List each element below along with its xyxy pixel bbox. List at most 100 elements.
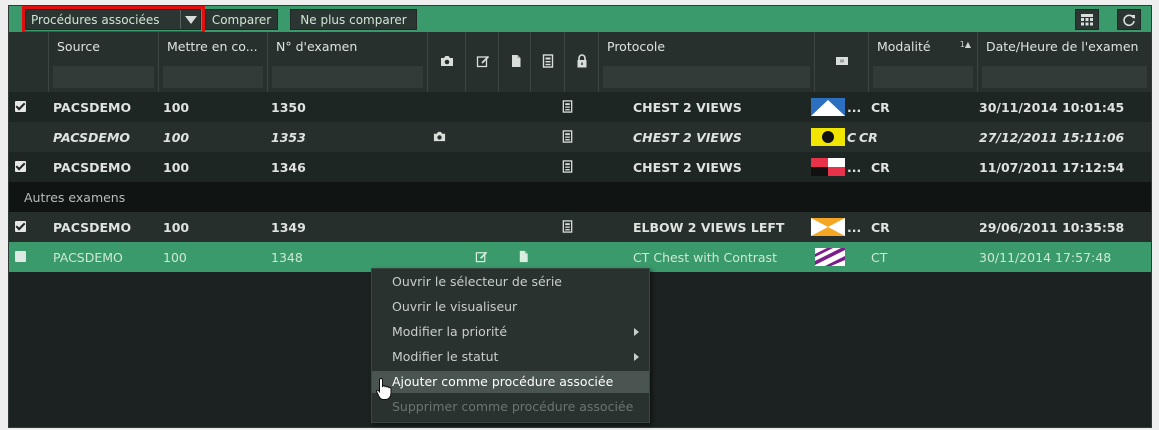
menu-item-label: Ajouter comme procédure associée xyxy=(392,374,614,389)
table-row[interactable]: PACSDEMO 100 1350 CHEST 2 VIEWS ... CR 3… xyxy=(9,92,1151,122)
row-checkbox[interactable] xyxy=(15,101,26,112)
exam-list-panel: Procédures associées Comparer Ne plus co… xyxy=(8,5,1152,428)
grid-layout-icon[interactable] xyxy=(1075,9,1099,30)
menu-item-open-viewer[interactable]: Ouvrir le visualiseur xyxy=(372,296,649,318)
compare-button[interactable]: Comparer xyxy=(205,9,278,30)
table-row[interactable]: PACSDEMO 100 1346 CHEST 2 VIEWS ... CR 1… xyxy=(9,152,1151,182)
cell-datetime: 11/07/2011 17:12:54 xyxy=(979,160,1125,175)
cell-datetime: 30/11/2014 10:01:45 xyxy=(979,100,1125,115)
refresh-icon[interactable] xyxy=(1117,9,1141,30)
sort-ascending-indicator: 1▲ xyxy=(959,40,971,49)
header-priority[interactable]: Mettre en co... xyxy=(159,32,268,92)
cell-datetime: 29/06/2011 10:35:58 xyxy=(979,220,1125,235)
context-menu: Ouvrir le sélecteur de série Ouvrir le v… xyxy=(371,268,650,423)
menu-item-label: Modifier la priorité xyxy=(392,324,508,339)
filter-exam-number-input[interactable] xyxy=(272,66,423,88)
submenu-arrow-icon xyxy=(634,328,639,336)
filter-modality-input[interactable] xyxy=(873,66,973,88)
toolbar: Procédures associées Comparer Ne plus co… xyxy=(9,6,1151,34)
cell-priority: 100 xyxy=(163,100,190,115)
cell-priority: 100 xyxy=(163,130,190,145)
cell-protocol: CHEST 2 VIEWS xyxy=(633,100,742,115)
group-label: Autres examens xyxy=(24,190,126,205)
table-row[interactable]: PACSDEMO 100 1353 CHEST 2 VIEWS C CR 27/… xyxy=(9,122,1151,152)
edit-icon xyxy=(476,55,490,68)
chevron-down-icon[interactable] xyxy=(180,10,200,29)
cell-modality: CR xyxy=(871,100,890,115)
table-row[interactable]: PACSDEMO 100 1349 ELBOW 2 VIEWS LEFT ...… xyxy=(9,212,1151,242)
header-modality[interactable]: Modalité 1▲ xyxy=(869,32,978,92)
striped-flag-icon xyxy=(815,248,845,266)
filter-source-input[interactable] xyxy=(53,66,154,88)
cell-ellipsis: ... xyxy=(847,100,862,115)
filter-datetime-input[interactable] xyxy=(982,66,1147,88)
cell-protocol: CHEST 2 VIEWS xyxy=(633,160,742,175)
header-modality-label: Modalité xyxy=(877,39,931,54)
cell-priority: 100 xyxy=(163,160,190,175)
checker-flag-icon xyxy=(811,158,845,176)
cell-modality: CR xyxy=(871,220,890,235)
header-datetime-label: Date/Heure de l'examen xyxy=(986,39,1139,54)
menu-item-change-status[interactable]: Modifier le statut xyxy=(372,346,649,368)
menu-item-label: Ouvrir le sélecteur de série xyxy=(392,274,562,289)
cell-protocol: ELBOW 2 VIEWS LEFT xyxy=(633,220,785,235)
header-source-label: Source xyxy=(57,39,100,54)
header-flag-column[interactable] xyxy=(815,32,869,92)
cell-protocol: CT Chest with Contrast xyxy=(633,250,777,265)
cell-ellipsis: C xyxy=(847,130,857,145)
cell-ellipsis: ... xyxy=(847,220,862,235)
cell-exam-number: 1350 xyxy=(271,100,306,115)
menu-item-open-series-selector[interactable]: Ouvrir le sélecteur de série xyxy=(372,271,649,293)
camera-icon xyxy=(433,131,446,142)
menu-item-label: Modifier le statut xyxy=(392,349,499,364)
header-document-column[interactable] xyxy=(499,32,531,92)
hourglass-flag-icon xyxy=(811,218,845,236)
header-protocol[interactable]: Protocole xyxy=(599,32,815,92)
document-icon xyxy=(519,250,528,263)
header-select-column[interactable] xyxy=(9,32,49,92)
document-icon xyxy=(512,55,521,67)
cell-source: PACSDEMO xyxy=(53,100,132,115)
cell-priority: 100 xyxy=(163,250,187,265)
table-header: Source Mettre en co... N° d'examen Proto… xyxy=(9,32,1151,92)
row-checkbox[interactable] xyxy=(15,221,26,232)
lock-icon xyxy=(577,54,587,68)
header-images-column[interactable] xyxy=(428,32,466,92)
filter-priority-input[interactable] xyxy=(163,66,263,88)
row-checkbox[interactable] xyxy=(15,251,26,262)
form-icon xyxy=(562,220,573,233)
cell-modality: CT xyxy=(871,250,888,265)
header-priority-label: Mettre en co... xyxy=(167,39,258,54)
cell-modality: CR xyxy=(871,160,890,175)
header-protocol-label: Protocole xyxy=(607,39,666,54)
dropdown-label: Procédures associées xyxy=(31,12,160,27)
edit-icon xyxy=(475,251,488,263)
stop-compare-button[interactable]: Ne plus comparer xyxy=(290,9,417,30)
menu-item-remove-associated-procedure[interactable]: Supprimer comme procédure associée xyxy=(372,396,649,418)
header-datetime[interactable]: Date/Heure de l'examen xyxy=(978,32,1151,92)
row-checkbox[interactable] xyxy=(15,161,26,172)
header-lock-column[interactable] xyxy=(565,32,599,92)
filter-protocol-input[interactable] xyxy=(603,66,810,88)
header-order-column[interactable] xyxy=(531,32,565,92)
cell-datetime: 30/11/2014 17:57:48 xyxy=(979,250,1112,265)
menu-item-change-priority[interactable]: Modifier la priorité xyxy=(372,321,649,343)
header-report-column[interactable] xyxy=(466,32,499,92)
cell-protocol: CHEST 2 VIEWS xyxy=(633,130,742,145)
cell-exam-number: 1349 xyxy=(271,220,306,235)
header-exam-number[interactable]: N° d'examen xyxy=(268,32,428,92)
header-source[interactable]: Source xyxy=(49,32,159,92)
menu-item-add-associated-procedure[interactable]: Ajouter comme procédure associée xyxy=(372,371,649,393)
menu-item-label: Ouvrir le visualiseur xyxy=(392,299,518,314)
camera-icon xyxy=(441,56,453,66)
cell-source: PACSDEMO xyxy=(53,130,131,145)
cell-exam-number: 1348 xyxy=(271,250,303,265)
cell-exam-number: 1353 xyxy=(271,130,306,145)
form-icon xyxy=(542,54,554,68)
flag-box-icon xyxy=(836,57,848,65)
hand-pointer-icon xyxy=(376,377,392,400)
menu-item-label: Supprimer comme procédure associée xyxy=(392,399,634,414)
circle-flag-icon xyxy=(811,128,845,146)
associated-procedures-dropdown[interactable]: Procédures associées xyxy=(25,9,201,30)
triangle-flag-icon xyxy=(811,98,845,116)
